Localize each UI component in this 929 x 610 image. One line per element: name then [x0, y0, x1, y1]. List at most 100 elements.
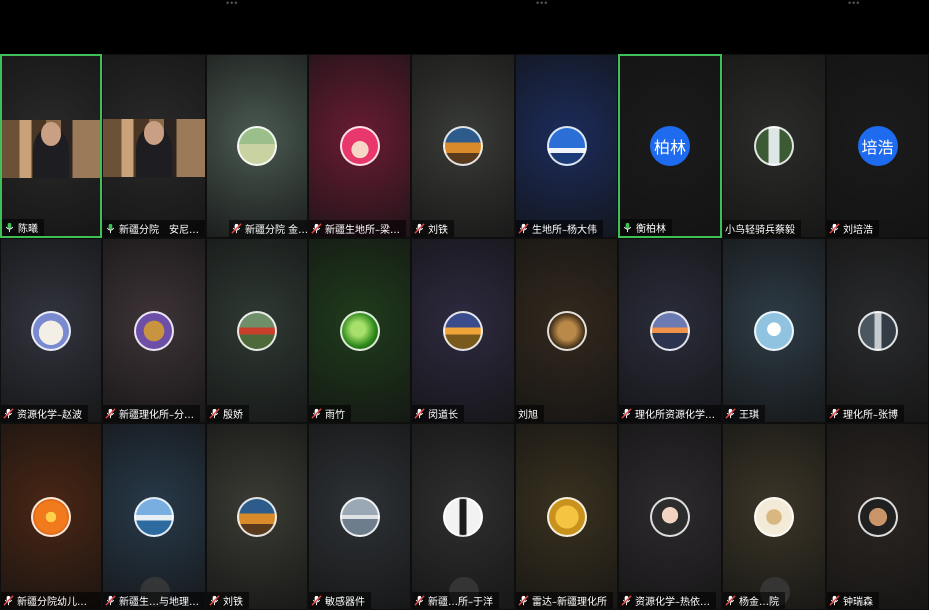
participant-tile[interactable]: 钟瑞森 — [826, 423, 929, 610]
mic-icon — [106, 223, 115, 234]
name-label: 钟瑞森 — [827, 592, 879, 609]
name-label: 新疆生…与地理… — [103, 592, 205, 609]
participant-tile[interactable]: 新疆生地所–梁… — [308, 54, 411, 238]
participant-tile[interactable]: 新疆…所–于洋 — [411, 423, 515, 610]
participant-tile[interactable]: 新疆分院幼儿园… — [0, 423, 102, 610]
mic-muted-icon — [105, 595, 116, 606]
name-label: 雨竹 — [309, 405, 351, 422]
leaf-icon — [339, 310, 380, 351]
name-label: 资源化学–热依… — [619, 592, 716, 609]
man-portrait-icon — [857, 496, 898, 537]
name-label: 资源化学–赵波 — [1, 405, 88, 422]
mic-muted-icon — [829, 408, 840, 419]
more-dots-icon[interactable]: ••• — [848, 0, 860, 8]
participant-tile[interactable]: 小鸟轻骑兵蔡毅 — [722, 54, 826, 238]
participant-name: 刘铁 — [223, 597, 243, 608]
participant-tile[interactable]: 理化所资源化学… — [618, 238, 722, 423]
participant-name: 刘铁 — [428, 225, 448, 236]
name-label: 闵道长 — [412, 405, 464, 422]
mic-icon — [623, 222, 632, 233]
more-dots-icon[interactable]: ••• — [226, 0, 238, 8]
participant-tile[interactable]: 敏感器件 — [308, 423, 411, 610]
sea-sunset-icon — [650, 310, 690, 351]
mic-muted-icon — [209, 595, 220, 606]
participant-name: 雨竹 — [325, 410, 345, 421]
participant-tile[interactable]: 生地所–杨大伟 — [515, 54, 618, 238]
lake-icon — [339, 496, 380, 537]
mic-muted-icon — [209, 408, 220, 419]
participant-grid: 陈曦新疆分院 安尼… 新疆分院 金… 新疆生地所–梁… 刘铁 生地所–杨大伟 柏林 衡柏林小… — [0, 54, 929, 610]
orange-flower-icon — [31, 496, 71, 537]
mic-muted-icon — [518, 223, 529, 234]
mic-muted-icon — [311, 595, 322, 606]
participant-tile[interactable]: 雷达–新疆理化所 — [515, 423, 618, 610]
participant-tile[interactable]: 新疆生…与地理… — [102, 423, 206, 610]
participant-tile[interactable]: 新疆理化所–分… — [102, 238, 206, 423]
participant-tile[interactable]: 资源化学–热依… — [618, 423, 722, 610]
sunset-field-icon — [443, 310, 483, 351]
participant-tile[interactable]: 刘旭 — [515, 238, 618, 423]
participant-name: 刘培浩 — [843, 225, 873, 236]
cat-cartoon-icon — [754, 496, 794, 537]
name-label: 理化所–张博 — [827, 405, 904, 422]
name-label: 新疆生地所–梁… — [309, 220, 406, 237]
participant-name: 资源化学–热依… — [635, 597, 710, 608]
participant-tile[interactable]: 陈曦 — [0, 54, 102, 238]
name-label: 新疆理化所–分… — [103, 405, 200, 422]
participant-tile[interactable]: 杨金…院 — [722, 423, 826, 610]
participant-name: 新疆分院幼儿园… — [17, 597, 95, 608]
name-label: 雷达–新疆理化所 — [516, 592, 613, 609]
participant-tile[interactable]: 刘铁 — [206, 423, 308, 610]
name-label: 敏感器件 — [309, 592, 371, 609]
mic-muted-icon — [105, 408, 116, 419]
participant-tile[interactable]: 资源化学–赵波 — [0, 238, 102, 423]
name-label: 刘培浩 — [827, 220, 879, 237]
train-sunset-icon — [443, 126, 483, 166]
name-label: 新疆分院 金… — [229, 220, 307, 237]
mountain-icon — [134, 496, 174, 537]
participant-name: 新疆理化所–分… — [119, 410, 194, 421]
mic-muted-icon — [311, 223, 322, 234]
participant-name: 衡柏林 — [636, 224, 666, 235]
more-dots-icon[interactable]: ••• — [536, 0, 548, 8]
participant-name: 生地所–杨大伟 — [532, 225, 597, 236]
participant-tile[interactable]: 柏林 衡柏林 — [618, 54, 722, 238]
woman-portrait-icon — [650, 496, 690, 537]
participant-name: 殷娇 — [223, 410, 243, 421]
participant-name: 新疆分院 安尼… — [119, 225, 199, 236]
mic-muted-icon — [414, 408, 425, 419]
cartoon-character-icon — [31, 310, 71, 351]
mic-muted-icon — [518, 595, 529, 606]
participant-tile[interactable]: 刘铁 — [411, 54, 515, 238]
participant-tile[interactable]: 培浩 刘培浩 — [826, 54, 929, 238]
name-label: 理化所资源化学… — [619, 405, 721, 422]
name-label: 杨金…院 — [723, 592, 785, 609]
participant-tile[interactable]: 王琪 — [722, 238, 826, 423]
participant-name: 理化所–张博 — [843, 410, 898, 421]
gold-mask-icon — [546, 496, 587, 537]
waterfall-icon — [754, 126, 794, 166]
flowers-icon — [237, 310, 277, 351]
participant-tile[interactable]: 殷娇 — [206, 238, 308, 423]
top-bar: ••• ••• ••• — [0, 0, 929, 54]
participant-name: 资源化学–赵波 — [17, 410, 82, 421]
participant-name: 雷达–新疆理化所 — [532, 597, 607, 608]
mic-muted-icon — [829, 595, 840, 606]
participant-tile[interactable]: 闵道长 — [411, 238, 515, 423]
mic-muted-icon — [3, 595, 14, 606]
participant-name: 王琪 — [739, 410, 759, 421]
mic-muted-icon — [621, 408, 632, 419]
participant-name: 闵道长 — [428, 410, 458, 421]
mic-icon — [5, 222, 14, 233]
name-label: 刘铁 — [412, 220, 454, 237]
mic-muted-icon — [829, 223, 840, 234]
participant-tile[interactable]: 雨竹 — [308, 238, 411, 423]
participant-tile[interactable]: 新疆分院 安尼… — [102, 54, 206, 238]
participant-name: 理化所资源化学… — [635, 410, 715, 421]
participant-tile[interactable]: 新疆分院 金… — [206, 54, 308, 238]
name-label: 新疆分院 安尼… — [103, 220, 205, 237]
name-label: 新疆分院幼儿园… — [1, 592, 101, 609]
mic-muted-icon — [231, 223, 242, 234]
participant-tile[interactable]: 理化所–张博 — [826, 238, 929, 423]
mic-muted-icon — [3, 408, 14, 419]
